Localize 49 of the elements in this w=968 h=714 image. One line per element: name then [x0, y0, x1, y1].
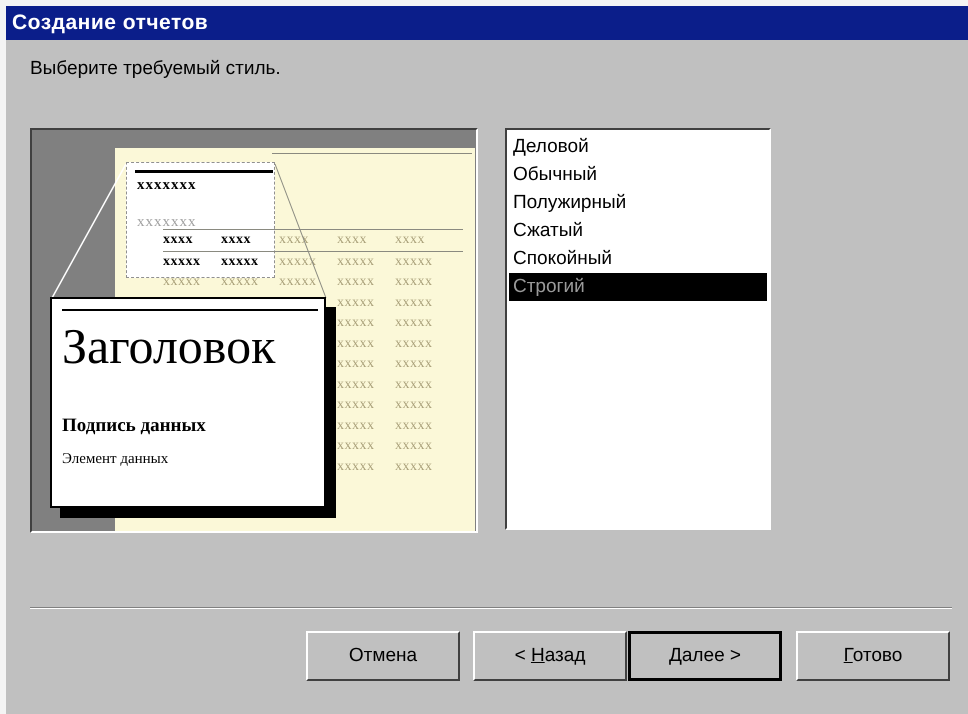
column-header: xxxx: [337, 232, 368, 248]
wizard-button[interactable]: Далее >: [628, 631, 782, 681]
sample-title: Заголовок: [62, 317, 276, 375]
group-heading: xxxxxxx: [137, 214, 196, 231]
table-cell-text: xxxxx: [395, 294, 434, 311]
table-cell-text: xxxxx: [163, 274, 202, 290]
sample-item: Элемент данных: [62, 451, 168, 468]
table-cell-text: xxxxx: [337, 254, 376, 270]
sample-label: Подпись данных: [62, 415, 206, 437]
table-cell-text: xxxxx: [221, 254, 260, 270]
table-cell-text: xxxxx: [337, 294, 376, 311]
table-cell-text: xxxxx: [395, 376, 434, 393]
table-cell-text: xxxxx: [395, 356, 434, 372]
table-cell-text: xxxxx: [337, 356, 376, 372]
table-cell-text: xxxxx: [395, 336, 434, 352]
instruction-text: Выберите требуемый стиль.: [30, 58, 282, 80]
table-cell-text: xxxxx: [395, 418, 434, 434]
table-cell-text: xxxxx: [337, 458, 376, 475]
table-cell-text: xxxxx: [221, 274, 260, 290]
style-item[interactable]: Спокойный: [509, 245, 767, 273]
table-cell-text: xxxxx: [337, 336, 376, 352]
table-cell-text: xxxxx: [279, 274, 318, 290]
wizard-button[interactable]: Отмена: [306, 631, 460, 681]
table-cell-text: xxxxx: [395, 254, 434, 270]
table-cell-text: xxxxx: [337, 418, 376, 434]
style-list[interactable]: Деловой Обычный Полужирный Сжатый Спокойный Строгий: [505, 128, 771, 530]
column-header: xxxx: [221, 232, 252, 248]
style-item[interactable]: Сжатый: [509, 217, 767, 245]
style-item[interactable]: Деловой: [509, 133, 767, 161]
table-cell-text: xxxxx: [337, 315, 376, 332]
column-header: xxxx: [395, 232, 426, 248]
table-cell-text: xxxxx: [395, 315, 434, 332]
wizard-button[interactable]: Готово: [796, 631, 950, 681]
table-cell-text: xxxxx: [395, 397, 434, 414]
table-cell-text: xxxxx: [337, 274, 376, 290]
style-item[interactable]: Полужирный: [509, 189, 767, 217]
table-cell-text: xxxxx: [395, 274, 434, 290]
table-cell-text: xxxxx: [163, 254, 202, 270]
style-item[interactable]: Обычный: [509, 161, 767, 189]
table-cell-text: xxxxx: [337, 438, 376, 454]
window-title: Создание отчетов: [6, 6, 968, 40]
table-cell-text: xxxxx: [395, 438, 434, 454]
table-cell-text: xxxxx: [395, 458, 434, 475]
wizard-button[interactable]: < Назад: [473, 631, 627, 681]
table-cell-text: xxxxx: [337, 376, 376, 393]
table-cell-text: xxxxx: [337, 397, 376, 414]
report-heading: xxxxxxx: [137, 177, 196, 194]
style-item[interactable]: Строгий: [509, 273, 767, 301]
column-header: xxxx: [163, 232, 194, 248]
